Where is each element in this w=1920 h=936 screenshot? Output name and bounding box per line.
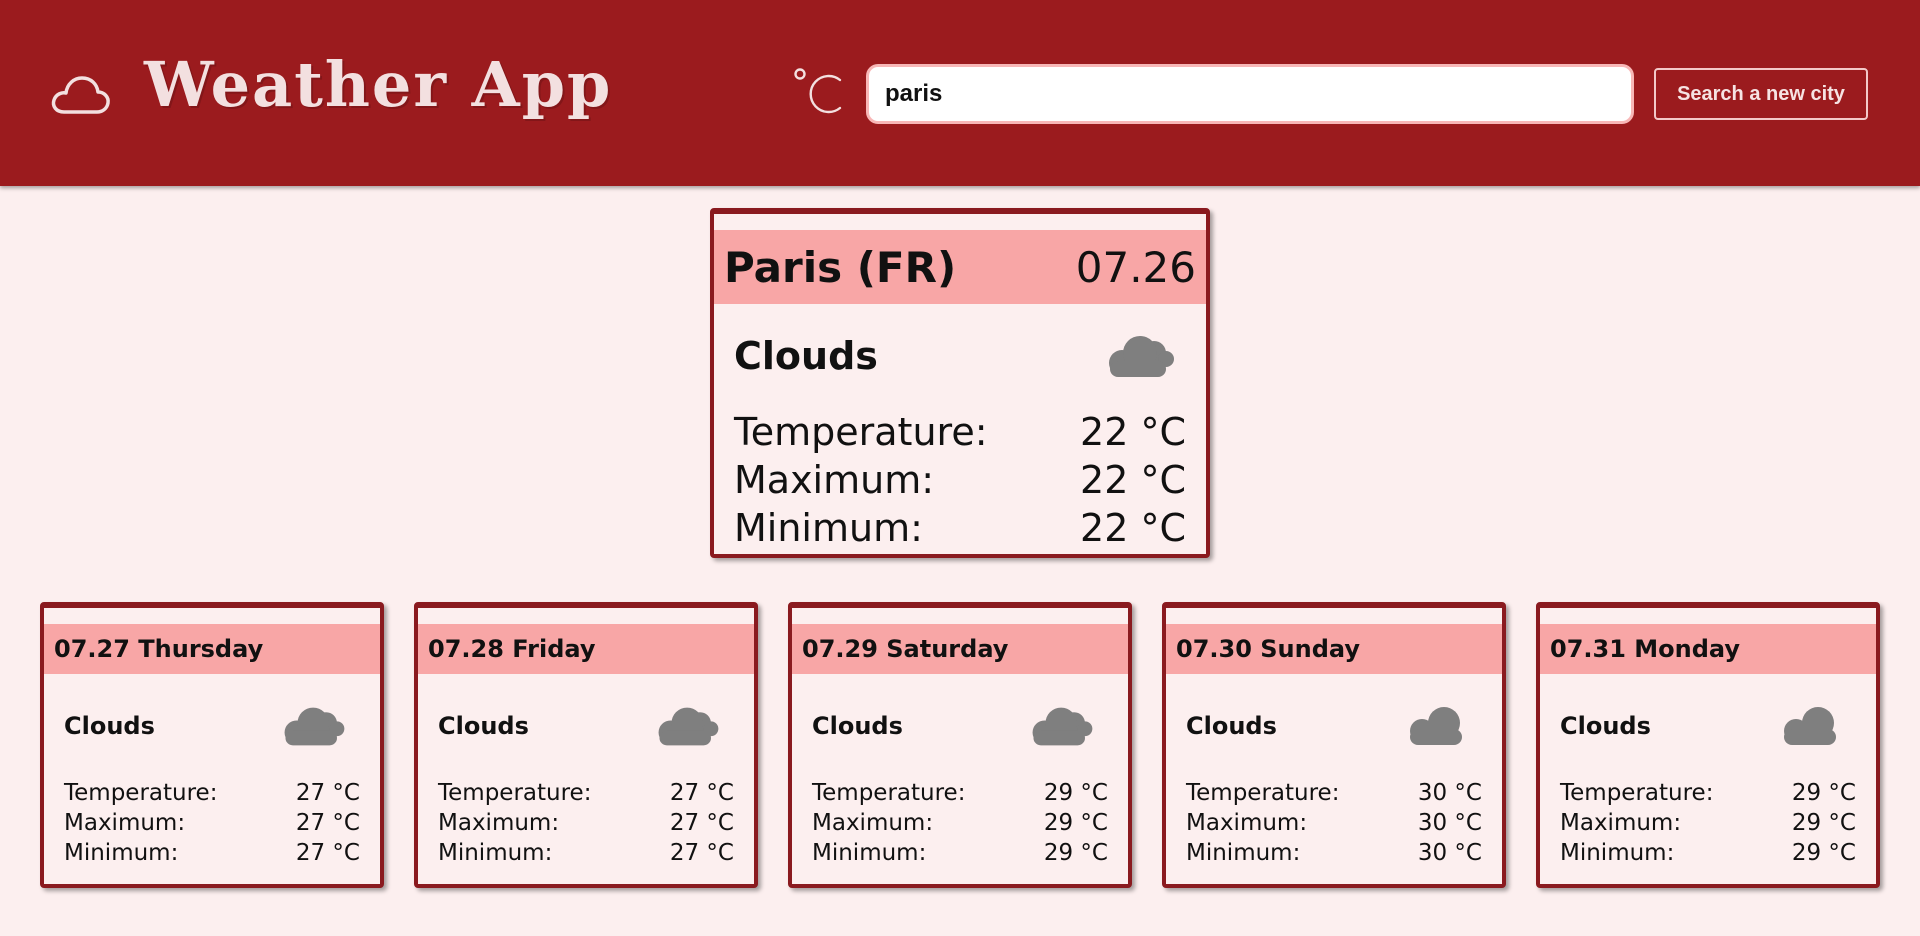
current-title-band: Paris (FR) 07.26 (714, 230, 1206, 304)
forecast-card: 07.30 Sunday Clouds Temperature: 30 °C Ma… (1162, 602, 1506, 888)
current-condition-row: Clouds (714, 304, 1206, 408)
broken-clouds-icon (1032, 707, 1093, 746)
stat-label: Minimum: (1186, 840, 1301, 866)
stat-row-temperature: Temperature: 22 °C (734, 408, 1186, 456)
stat-value: 27 °C (669, 780, 734, 806)
stat-label: Temperature: (812, 780, 966, 806)
stat-row-maximum: Maximum: 29 °C (812, 808, 1108, 838)
stat-label: Minimum: (1560, 840, 1675, 866)
forecast-day-title: 07.27 Thursday (44, 624, 380, 674)
stat-value: 30 °C (1417, 780, 1482, 806)
stat-label: Maximum: (812, 810, 934, 836)
stat-value: 27 °C (295, 780, 360, 806)
search-field (866, 64, 1634, 124)
current-weather-card: Paris (FR) 07.26 Clouds Temperature: 22 … (710, 208, 1210, 558)
stat-row-maximum: Maximum: 29 °C (1560, 808, 1856, 838)
stat-label: Temperature: (64, 780, 218, 806)
stat-row-minimum: Minimum: 22 °C (734, 504, 1186, 552)
forecast-card: 07.28 Friday Clouds Temperature: 27 °C Ma… (414, 602, 758, 888)
stat-row-temperature: Temperature: 27 °C (438, 778, 734, 808)
stat-label: Temperature: (1560, 780, 1714, 806)
condition-text: Clouds (734, 334, 878, 378)
stat-row-minimum: Minimum: 30 °C (1186, 838, 1482, 868)
app-title: Weather App (144, 48, 613, 121)
stat-row-minimum: Minimum: 27 °C (438, 838, 734, 868)
search-city-button[interactable]: Search a new city (1654, 68, 1868, 120)
stat-label: Maximum: (734, 458, 935, 502)
stat-label: Temperature: (438, 780, 592, 806)
condition-text: Clouds (1186, 712, 1277, 740)
condition-text: Clouds (812, 712, 903, 740)
condition-text: Clouds (1560, 712, 1651, 740)
forecast-day-title: 07.28 Friday (418, 624, 754, 674)
stat-row-minimum: Minimum: 27 °C (64, 838, 360, 868)
stat-value: 29 °C (1043, 810, 1108, 836)
stat-row-temperature: Temperature: 29 °C (812, 778, 1108, 808)
app-header: Weather App °C Search a new city (0, 0, 1920, 186)
stat-row-maximum: Maximum: 30 °C (1186, 808, 1482, 838)
forecast-day-title: 07.31 Monday (1540, 624, 1876, 674)
stat-row-temperature: Temperature: 29 °C (1560, 778, 1856, 808)
stat-row-maximum: Maximum: 27 °C (438, 808, 734, 838)
stat-label: Maximum: (1560, 810, 1682, 836)
stat-row-temperature: Temperature: 27 °C (64, 778, 360, 808)
forecast-card: 07.29 Saturday Clouds Temperature: 29 °C … (788, 602, 1132, 888)
current-stats: Temperature: 22 °C Maximum: 22 °C Minimu… (714, 408, 1206, 552)
stat-value: 27 °C (669, 810, 734, 836)
stat-label: Maximum: (1186, 810, 1308, 836)
cloud-icon (1784, 707, 1836, 745)
forecast-card: 07.27 Thursday Clouds Temperature: 27 °C … (40, 602, 384, 888)
stat-row-maximum: Maximum: 22 °C (734, 456, 1186, 504)
cloud-outline-icon (51, 76, 110, 114)
condition-text: Clouds (438, 712, 529, 740)
stat-value: 22 °C (1080, 410, 1186, 454)
stat-label: Temperature: (734, 410, 988, 454)
stat-value: 30 °C (1417, 810, 1482, 836)
stat-label: Minimum: (734, 506, 923, 550)
stat-value: 27 °C (295, 840, 360, 866)
stat-row-temperature: Temperature: 30 °C (1186, 778, 1482, 808)
stat-value: 29 °C (1043, 840, 1108, 866)
stat-value: 30 °C (1417, 840, 1482, 866)
stat-value: 29 °C (1791, 810, 1856, 836)
stat-value: 22 °C (1080, 506, 1186, 550)
stat-value: 27 °C (295, 810, 360, 836)
stat-row-maximum: Maximum: 27 °C (64, 808, 360, 838)
stat-value: 29 °C (1043, 780, 1108, 806)
stat-row-minimum: Minimum: 29 °C (812, 838, 1108, 868)
celsius-unit-icon[interactable]: °C (792, 66, 848, 122)
unit-symbol: °C (792, 66, 793, 67)
city-name: Paris (FR) (724, 242, 957, 292)
current-date: 07.26 (1075, 242, 1196, 292)
stat-label: Maximum: (64, 810, 186, 836)
stat-label: Minimum: (812, 840, 927, 866)
stat-label: Maximum: (438, 810, 560, 836)
stat-label: Minimum: (64, 840, 179, 866)
stat-label: Minimum: (438, 840, 553, 866)
condition-text: Clouds (64, 712, 155, 740)
stat-value: 29 °C (1791, 780, 1856, 806)
stat-row-minimum: Minimum: 29 °C (1560, 838, 1856, 868)
stat-value: 27 °C (669, 840, 734, 866)
broken-clouds-icon (658, 707, 719, 746)
stat-value: 22 °C (1080, 458, 1186, 502)
broken-clouds-icon (284, 707, 345, 746)
city-search-input[interactable] (879, 73, 1621, 115)
stat-value: 29 °C (1791, 840, 1856, 866)
stat-label: Temperature: (1186, 780, 1340, 806)
forecast-card: 07.31 Monday Clouds Temperature: 29 °C Ma… (1536, 602, 1880, 888)
broken-clouds-icon (1109, 336, 1174, 377)
forecast-day-title: 07.30 Sunday (1166, 624, 1502, 674)
forecast-day-title: 07.29 Saturday (792, 624, 1128, 674)
cloud-icon (1410, 707, 1462, 745)
